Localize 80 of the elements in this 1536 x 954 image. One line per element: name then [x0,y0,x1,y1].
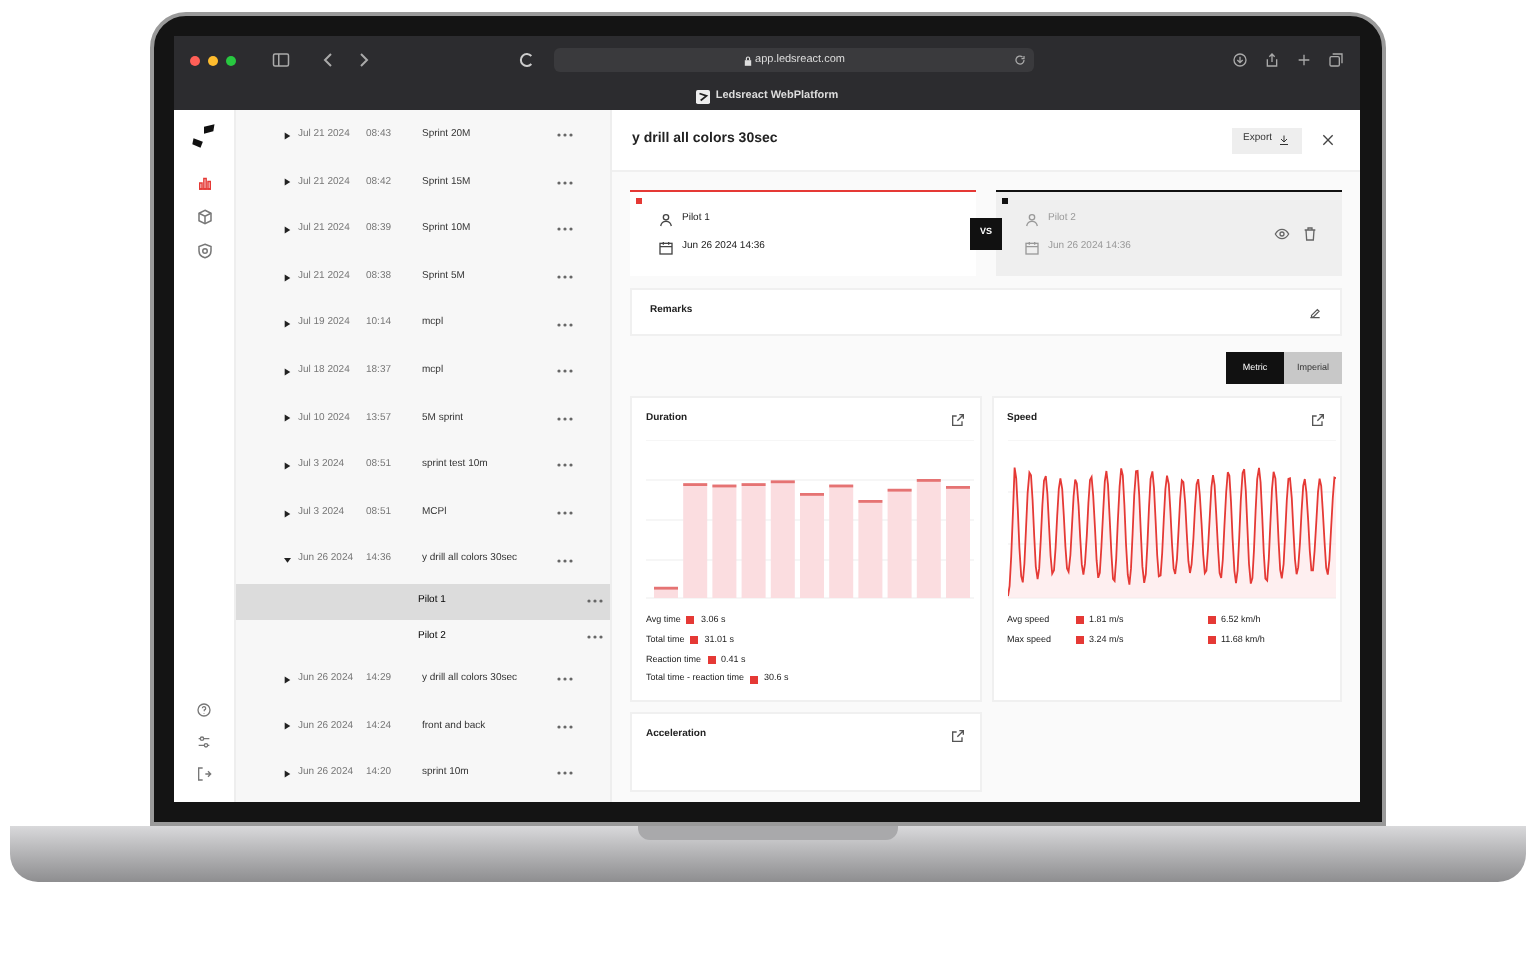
more-options-icon[interactable] [586,634,604,641]
download-icon[interactable] [1232,52,1248,68]
duration-bar [800,493,824,598]
more-options-icon[interactable] [556,321,574,328]
more-options-icon[interactable] [586,598,604,605]
duration-bar [829,484,854,598]
more-options-icon[interactable] [556,226,574,233]
legend-square-icon [1207,616,1215,625]
close-icon[interactable] [1320,132,1336,148]
collapsed-caret-icon[interactable] [284,722,291,731]
calendar-icon [1024,240,1040,256]
collapsed-caret-icon[interactable] [284,367,291,376]
expanded-caret-icon[interactable] [284,556,291,565]
eye-icon[interactable] [1274,226,1290,242]
external-link-icon[interactable] [949,728,965,744]
package-icon[interactable] [195,208,213,226]
more-options-icon[interactable] [556,368,574,375]
reload-icon[interactable] [1014,54,1026,66]
forward-icon[interactable] [358,52,370,68]
legend-square-icon [686,616,695,625]
more-options-icon[interactable] [556,179,574,186]
share-icon[interactable] [1264,52,1280,68]
bar-chart-icon[interactable] [195,174,213,192]
collapsed-caret-icon[interactable] [284,320,291,329]
more-options-icon[interactable] [556,132,574,139]
collapsed-caret-icon[interactable] [284,675,291,684]
user-icon [1024,212,1040,228]
settings-sliders-icon[interactable] [196,734,212,750]
collapsed-caret-icon[interactable] [284,769,291,778]
duration-bar [946,486,970,598]
more-options-icon[interactable] [556,510,574,517]
download-icon [1278,134,1290,146]
sidebar-icon[interactable] [272,52,290,68]
legend-square-icon [690,636,699,645]
logout-icon[interactable] [196,766,212,782]
more-options-icon[interactable] [556,723,574,730]
user-icon [658,212,674,228]
duration-bar [770,480,795,598]
collapsed-caret-icon[interactable] [284,131,291,140]
app-logo-icon [190,122,218,150]
collapsed-caret-icon[interactable] [284,225,291,234]
collapsed-caret-icon[interactable] [284,414,291,423]
more-options-icon[interactable] [556,676,574,683]
more-options-icon[interactable] [556,770,574,777]
collapsed-caret-icon[interactable] [284,273,291,282]
legend-square-icon [1207,636,1215,645]
external-link-icon[interactable] [1310,412,1326,428]
tab-logo-icon [695,90,710,104]
more-options-icon[interactable] [556,415,574,422]
more-options-icon[interactable] [556,462,574,469]
help-icon[interactable] [196,702,212,718]
legend-square-icon [1075,616,1083,625]
minimize-window-icon[interactable] [208,55,218,65]
shield-icon[interactable] [195,242,213,260]
close-window-icon[interactable] [190,55,200,65]
duration-bar [741,483,766,598]
lock-icon [743,55,752,65]
legend-square-icon [1075,636,1083,645]
collapsed-caret-icon[interactable] [284,461,291,470]
more-options-icon[interactable] [556,557,574,564]
calendar-icon [658,240,674,256]
site-logo-icon [518,52,534,68]
duration-bar [712,484,737,598]
duration-bar [683,483,708,598]
edit-icon[interactable] [1308,305,1322,319]
maximize-window-icon[interactable] [226,55,236,65]
trash-icon[interactable] [1302,226,1318,242]
collapsed-caret-icon[interactable] [284,178,291,187]
back-icon[interactable] [322,52,334,68]
legend-square-icon [750,675,759,684]
duration-bar [858,500,883,598]
duration-bar [654,586,678,598]
duration-bar [887,488,912,598]
more-options-icon[interactable] [556,274,574,281]
collapsed-caret-icon[interactable] [284,509,291,518]
external-link-icon[interactable] [949,412,965,428]
duration-bar [916,479,941,598]
plus-icon[interactable] [1296,52,1312,68]
legend-square-icon [707,655,716,664]
tabs-overview-icon[interactable] [1328,52,1344,68]
